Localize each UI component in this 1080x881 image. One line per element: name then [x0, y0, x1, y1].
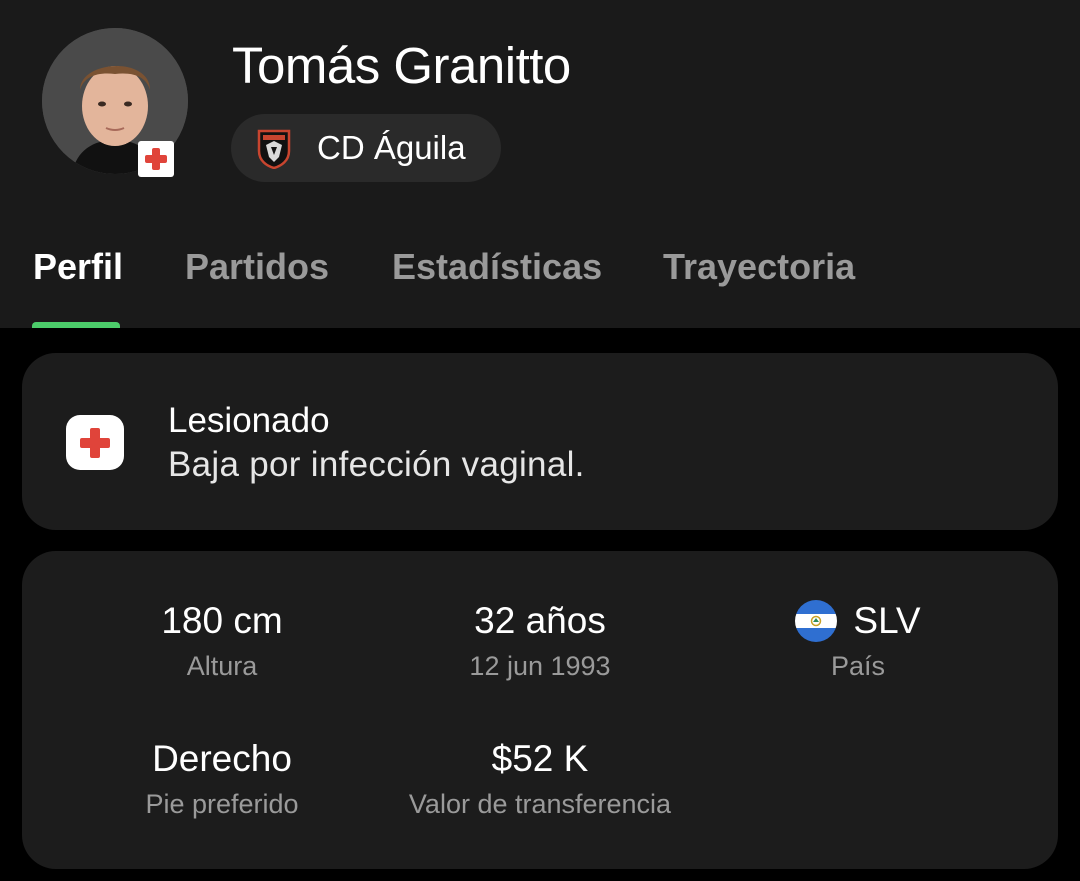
injury-description: Baja por infección vaginal. — [168, 445, 585, 484]
team-name: CD Águila — [317, 129, 466, 166]
injury-badge-icon — [138, 141, 174, 177]
birth-date: 12 jun 1993 — [469, 651, 611, 681]
foot-label: Pie preferido — [145, 789, 299, 819]
stat-preferred-foot: Derecho Pie preferido — [52, 737, 392, 820]
country-label: País — [830, 651, 886, 681]
age-value: 32 años — [474, 600, 606, 641]
injury-cross-icon — [66, 415, 124, 470]
market-value: $52 K — [491, 738, 589, 779]
height-label: Altura — [186, 651, 258, 681]
market-value-label: Valor de transferencia — [408, 789, 672, 819]
height-value: 180 cm — [161, 600, 283, 641]
stat-height: 180 cm Altura — [52, 599, 392, 682]
tab-trayectoria[interactable]: Trayectoria — [663, 246, 855, 288]
player-stats-card: 180 cm Altura 32 años 12 jun 1993 SLV Pa… — [22, 551, 1058, 869]
tab-bar: Perfil Partidos Estadísticas Trayectoria — [0, 236, 1080, 328]
team-chip[interactable]: CD Águila — [231, 114, 501, 182]
el-salvador-flag-icon — [795, 600, 838, 642]
stat-country: SLV País — [688, 599, 1028, 682]
injury-title: Lesionado — [168, 401, 330, 440]
tab-estadisticas[interactable]: Estadísticas — [392, 246, 602, 288]
player-header: Tomás Granitto CD Águila Perfil Partidos… — [0, 0, 1080, 328]
country-code: SLV — [853, 600, 921, 641]
tab-perfil[interactable]: Perfil — [33, 246, 123, 288]
stat-age: 32 años 12 jun 1993 — [370, 599, 710, 682]
foot-value: Derecho — [152, 738, 292, 779]
player-name: Tomás Granitto — [232, 37, 571, 94]
tab-partidos[interactable]: Partidos — [185, 246, 329, 288]
team-crest-icon — [257, 129, 291, 169]
injury-card: Lesionado Baja por infección vaginal. — [22, 353, 1058, 530]
stat-market-value: $52 K Valor de transferencia — [370, 737, 710, 820]
active-tab-indicator — [32, 322, 120, 328]
